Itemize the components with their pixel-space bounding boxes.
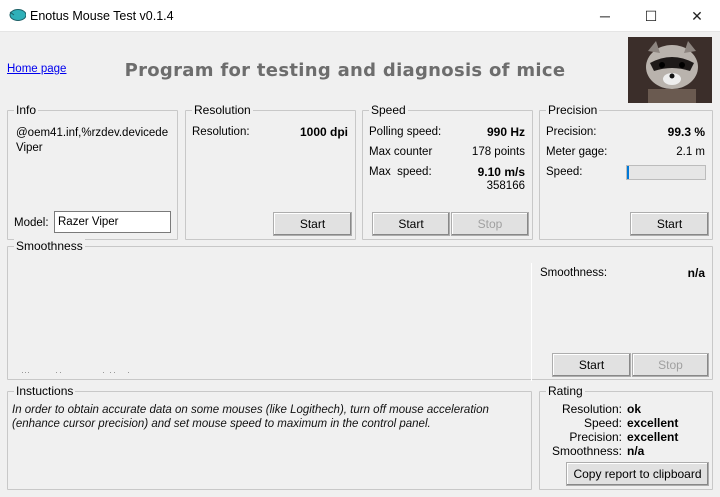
page-heading: Program for testing and diagnosis of mic…: [124, 60, 566, 81]
smoothness-group: Smoothness Smoothness: n/a Start Stop: [7, 239, 713, 381]
smoothness-value: n/a: [687, 266, 705, 280]
speed-stop-button[interactable]: Stop: [451, 212, 529, 236]
smoothness-stop-button[interactable]: Stop: [632, 353, 709, 377]
home-page-link[interactable]: Home page: [7, 63, 66, 75]
rating-title: Rating: [546, 384, 585, 398]
max-speed-raw: 358166: [486, 180, 525, 192]
resolution-title: Resolution: [192, 103, 253, 117]
copy-report-button[interactable]: Copy report to clipboard: [566, 462, 709, 486]
window-title: Enotus Mouse Test v0.1.4: [30, 9, 174, 23]
info-title: Info: [14, 103, 39, 117]
rating-row-resolution: Resolution: ok: [540, 402, 710, 416]
instructions-group: Instuctions In order to obtain accurate …: [7, 384, 532, 490]
maximize-button[interactable]: ☐: [628, 0, 674, 32]
precision-label: Precision:: [546, 126, 597, 138]
meter-gage-label: Meter gage:: [546, 146, 608, 158]
smoothness-title: Smoothness: [14, 239, 85, 253]
title-bar: Enotus Mouse Test v0.1.4 ─ ☐ ✕: [0, 0, 720, 32]
rating-row-precision: Precision: excellent: [540, 430, 710, 444]
minimize-button[interactable]: ─: [582, 0, 628, 32]
device-id: @oem41.inf,%rzdev.devicede: [16, 127, 169, 139]
rating-value: n/a: [627, 444, 645, 458]
rating-row-smoothness: Smoothness: n/a: [540, 444, 710, 458]
speed-start-button[interactable]: Start: [372, 212, 450, 236]
info-group: Info @oem41.inf,%rzdev.devicede Viper Mo…: [7, 103, 178, 240]
rating-value: excellent: [627, 430, 679, 444]
max-speed-label: Max speed:: [369, 166, 432, 178]
precision-group: Precision Precision: 99.3 % Meter gage: …: [539, 103, 713, 240]
rating-value: ok: [627, 402, 642, 416]
resolution-group: Resolution Resolution: 1000 dpi Start: [185, 103, 356, 240]
resolution-label: Resolution:: [192, 126, 250, 138]
polling-label: Polling speed:: [369, 126, 442, 138]
max-speed-value: 9.10 m/s: [477, 165, 525, 179]
precision-speed-label: Speed:: [546, 166, 583, 178]
meter-gage-value: 2.1 m: [676, 146, 705, 158]
precision-value: 99.3 %: [667, 125, 705, 139]
rating-label: Smoothness:: [551, 444, 622, 458]
rating-group: Rating Resolution: ok Speed: excellent Pre…: [539, 384, 713, 490]
counter-label: Max counter: [369, 146, 433, 158]
speed-title: Speed: [369, 103, 408, 117]
speed-progress-bar: [626, 165, 706, 180]
model-label: Model:: [14, 217, 49, 229]
smoothness-divider: [531, 263, 532, 381]
resolution-start-button[interactable]: Start: [273, 212, 352, 236]
instructions-title: Instuctions: [14, 384, 76, 398]
rating-label: Resolution:: [561, 402, 622, 416]
counter-value: 178 points: [471, 146, 525, 158]
speed-group: Speed Polling speed: 990 Hz Max counter …: [362, 103, 533, 240]
smoothness-start-button[interactable]: Start: [552, 353, 631, 377]
rating-value: excellent: [627, 416, 679, 430]
smoothness-faint-marks: [22, 372, 129, 373]
instructions-text: In order to obtain accurate data on some…: [12, 404, 489, 430]
precision-title: Precision: [546, 103, 600, 117]
smoothness-label: Smoothness:: [540, 267, 608, 279]
polling-value: 990 Hz: [486, 125, 525, 139]
device-name: Viper: [16, 142, 43, 154]
rating-row-speed: Speed: excellent: [540, 416, 710, 430]
smoothness-graph-area: [12, 255, 530, 377]
precision-start-button[interactable]: Start: [630, 212, 709, 236]
raccoon-image: [628, 37, 712, 103]
resolution-value: 1000 dpi: [299, 125, 348, 139]
speed-progress-fill: [627, 166, 630, 179]
rating-label: Speed:: [583, 416, 622, 430]
model-input[interactable]: [54, 211, 171, 233]
rating-label: Precision:: [569, 430, 622, 444]
close-button[interactable]: ✕: [674, 0, 720, 32]
mouse-app-icon: [9, 9, 26, 21]
